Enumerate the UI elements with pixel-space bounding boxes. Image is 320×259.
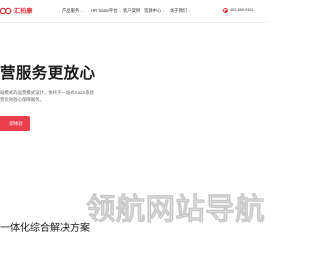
section-title: 一体化综合解决方案 — [0, 223, 90, 234]
nav-item-label: 资源中心 — [144, 8, 162, 13]
nav-item-products[interactable]: 产品服务 ⌄ — [62, 8, 83, 14]
nav-item-hr-saas[interactable]: HR SaaS平台 ⌄ — [91, 8, 121, 14]
nav-item-label: 关于我们 — [170, 8, 188, 13]
watermark-text: 领航网站导航 — [86, 193, 265, 227]
hero-description-line-1: 站模式的运营模式设计，依托于一站式SaaS系统 — [0, 90, 95, 95]
logo-mark-icon — [0, 7, 12, 15]
phone-icon — [223, 7, 228, 13]
nav-item-label: 产品服务 — [62, 8, 80, 13]
page: 汇柏康 产品服务 ⌄ HR SaaS平台 ⌄ 客户案例 资源中心 ⌄ 关于我们 … — [0, 0, 268, 259]
brand-name: 汇柏康 — [14, 9, 33, 15]
try-now-button[interactable]: 即体验 — [0, 116, 30, 131]
hero-description-line-2: 营优效放心保障服务。 — [0, 97, 44, 102]
chevron-down-icon: ⌄ — [188, 9, 192, 13]
hero-title: 营服务更放心 — [0, 65, 96, 82]
chevron-down-icon: ⌄ — [118, 9, 122, 13]
nav-item-label: 客户案例 — [123, 8, 141, 13]
brand-logo[interactable]: 汇柏康 — [0, 6, 33, 15]
top-nav-bar: 汇柏康 产品服务 ⌄ HR SaaS平台 ⌄ 客户案例 资源中心 ⌄ 关于我们 … — [0, 0, 268, 23]
chevron-down-icon: ⌄ — [80, 9, 84, 13]
phone-number: 400-869-9151 — [230, 8, 254, 12]
nav-item-cases[interactable]: 客户案例 — [123, 8, 140, 14]
contact-phone[interactable]: 400-869-9151 — [223, 7, 254, 13]
nav-item-resources[interactable]: 资源中心 ⌄ — [144, 8, 165, 14]
nav-item-about[interactable]: 关于我们 ⌄ — [170, 8, 191, 14]
nav-item-label: HR SaaS平台 — [91, 8, 118, 13]
chevron-down-icon: ⌄ — [162, 9, 166, 13]
